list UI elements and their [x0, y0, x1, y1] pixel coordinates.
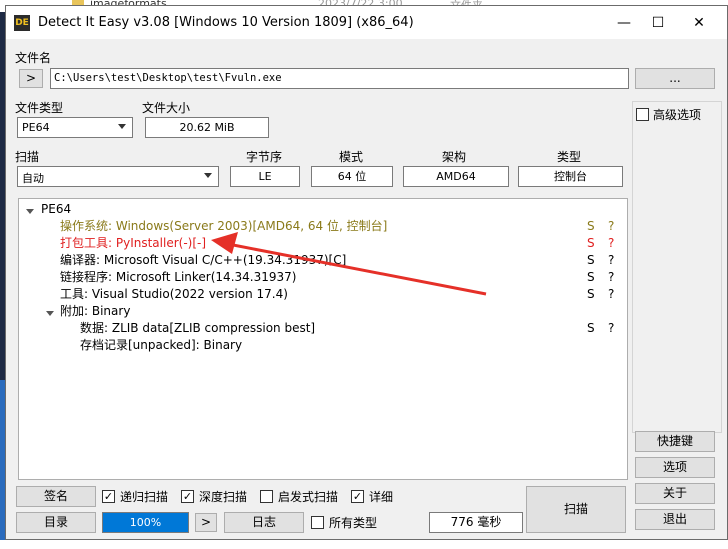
shortcuts-button[interactable]: 快捷键: [635, 431, 715, 452]
main-window: DE Detect It Easy v3.08 [Windows 10 Vers…: [5, 5, 728, 540]
verbose-checkbox[interactable]: ✓: [351, 490, 364, 503]
progress-bar: 100%: [102, 512, 189, 533]
scan-button[interactable]: 扫描: [526, 486, 626, 533]
log-button[interactable]: 日志: [224, 512, 304, 533]
exit-button[interactable]: 退出: [635, 509, 715, 530]
options-button[interactable]: 选项: [635, 457, 715, 478]
recursive-label: 递归扫描: [120, 490, 169, 504]
signature-button[interactable]: 签名: [16, 486, 96, 507]
annotation-arrow-icon: [211, 232, 487, 296]
verbose-label: 详细: [369, 490, 394, 504]
heuristic-checkbox[interactable]: [260, 490, 273, 503]
directory-button[interactable]: 目录: [16, 512, 96, 533]
scan-time: 776 毫秒: [429, 512, 523, 533]
next-button[interactable]: >: [195, 513, 217, 532]
all-types-checkbox[interactable]: [311, 516, 324, 529]
deep-label: 深度扫描: [199, 490, 248, 504]
background-bottom-strip: [0, 540, 728, 549]
heuristic-label: 启发式扫描: [278, 490, 339, 504]
recursive-checkbox[interactable]: ✓: [102, 490, 115, 503]
all-types-label: 所有类型: [329, 516, 378, 530]
about-button[interactable]: 关于: [635, 483, 715, 504]
deep-checkbox[interactable]: ✓: [181, 490, 194, 503]
